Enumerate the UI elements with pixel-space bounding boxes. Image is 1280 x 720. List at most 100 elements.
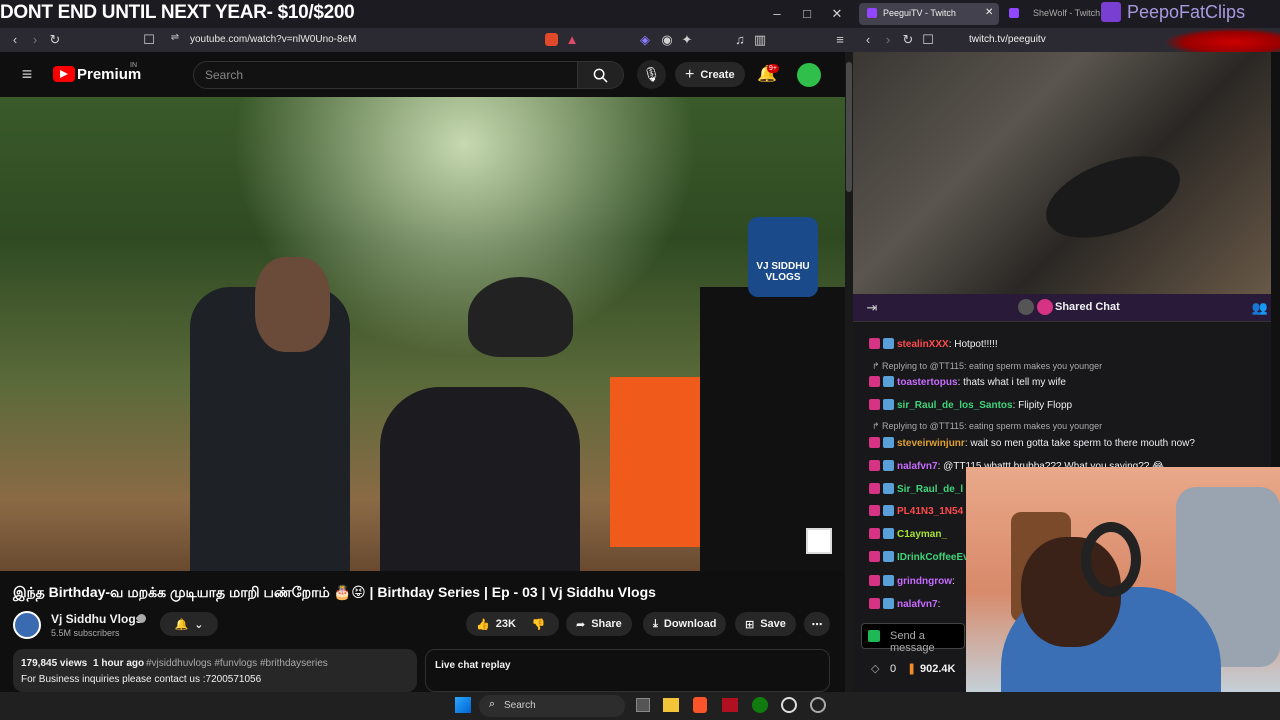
reload-icon[interactable]: ↻	[901, 32, 915, 48]
chat-input[interactable]: Send a message	[861, 623, 965, 654]
streamer-avatar	[1018, 299, 1034, 315]
search-button[interactable]	[578, 61, 624, 89]
app-icon[interactable]	[781, 697, 797, 713]
share-button[interactable]: ➦ Share	[566, 612, 632, 636]
person-left-head	[255, 257, 330, 352]
rewards-icon[interactable]: ▲	[565, 32, 579, 47]
url-text[interactable]: youtube.com/watch?v=nlW0Uno-8eM	[190, 34, 356, 45]
chat-username[interactable]: Sir_Raul_de_l	[897, 484, 963, 495]
back-icon[interactable]: ‹	[861, 32, 875, 47]
notification-bell-button[interactable]: 🔔 ⌄	[160, 612, 218, 636]
close-button[interactable]: ✕	[828, 6, 846, 22]
description-box[interactable]: 179,845 views 1 hour ago #vjsiddhuvlogs …	[13, 649, 417, 692]
chat-text: : Flipity Flopp	[1012, 400, 1073, 411]
task-view-icon[interactable]	[636, 698, 650, 712]
points-icon[interactable]: ◇	[871, 662, 879, 675]
notification-count-badge: 9+	[767, 64, 779, 73]
thumbs-down-icon[interactable]: 👎	[532, 618, 546, 631]
chat-username[interactable]: toastertopus	[897, 377, 958, 388]
app-icon[interactable]	[810, 697, 826, 713]
twitch-stream-video[interactable]	[853, 52, 1280, 294]
chat-username[interactable]: IDrinkCoffeeEve	[897, 552, 974, 563]
reload-icon[interactable]: ↻	[48, 32, 62, 48]
chat-message: toastertopus: thats what i tell my wife	[869, 376, 1066, 388]
save-label: Save	[760, 618, 786, 630]
channel-badge-icon	[869, 598, 880, 609]
brave-browser-icon[interactable]	[693, 697, 707, 713]
promo-overlay-text: DONT END UNTIL NEXT YEAR- $10/$200	[0, 2, 355, 23]
forward-icon[interactable]: ›	[881, 32, 895, 47]
channel-badge-icon	[869, 399, 880, 410]
user-badge-icon	[883, 575, 894, 586]
tab-shewolf[interactable]: SheWolf - Twitch	[1003, 3, 1103, 25]
chat-username[interactable]: grindngrow	[897, 576, 952, 587]
xbox-icon[interactable]	[752, 697, 768, 713]
menu-icon[interactable]: ≡	[833, 32, 847, 47]
taskbar-search[interactable]: ⌕ Search	[479, 695, 625, 717]
minimize-button[interactable]: –	[768, 6, 786, 21]
save-button[interactable]: ⊞ Save	[735, 612, 796, 636]
channel-avatar[interactable]	[13, 611, 41, 639]
community-icon[interactable]: 👥	[1252, 300, 1268, 316]
url-bar: ‹ › ↻ ☐ ⇌ youtube.com/watch?v=nlW0Uno-8e…	[0, 28, 853, 52]
chat-username[interactable]: C1ayman_	[897, 529, 947, 540]
tab-label: PeeguiTV - Twitch	[883, 8, 956, 18]
user-badge-icon	[883, 483, 894, 494]
brave-shield-icon[interactable]	[545, 33, 558, 46]
chat-username[interactable]: nalafvn7	[897, 461, 938, 472]
chat-username[interactable]: nalafvn7	[897, 599, 938, 610]
chat-message: sir_Raul_de_los_Santos: Flipity Flopp	[869, 399, 1072, 411]
shield-icon	[868, 630, 880, 642]
channel-branding-icon[interactable]	[806, 528, 832, 554]
extensions-puzzle-icon[interactable]: ✦	[680, 32, 694, 48]
chat-message: stealinXXX: Hotpot!!!!!	[869, 338, 998, 350]
live-chat-replay-panel[interactable]: Live chat replay	[425, 649, 830, 692]
channel-name[interactable]: Vj Siddhu Vlogs	[51, 612, 142, 626]
chat-message: grindngrow:	[869, 575, 955, 587]
site-info-icon[interactable]: ⇌	[168, 32, 182, 43]
reply-text: ↱ Replying to @TT115: eating sperm makes…	[872, 421, 1103, 431]
bookmark-icon[interactable]: ☐	[142, 32, 156, 48]
download-button[interactable]: ⤓ Download	[643, 612, 727, 636]
extension-icon[interactable]: ◉	[660, 32, 674, 48]
like-button[interactable]: 👍 23K 👎	[466, 612, 559, 636]
bookmark-icon[interactable]: ☐	[921, 32, 935, 48]
user-badge-icon	[883, 437, 894, 448]
url-text[interactable]: twitch.tv/peeguitv	[969, 34, 1046, 45]
channel-badge-icon	[869, 338, 880, 349]
collapse-chat-icon[interactable]: ⇥	[865, 300, 879, 316]
close-icon[interactable]: ✕	[985, 7, 993, 18]
windows-start-icon[interactable]	[455, 697, 471, 713]
file-explorer-icon[interactable]	[663, 698, 679, 712]
back-icon[interactable]: ‹	[8, 32, 22, 47]
hamburger-menu-icon[interactable]: ≡	[18, 64, 36, 85]
shared-chat-header: ⇥ Shared Chat 👥	[853, 294, 1280, 322]
scrollbar-thumb[interactable]	[846, 62, 852, 192]
video-player[interactable]: VJ SIDDHU VLOGS	[0, 97, 845, 571]
maximize-button[interactable]: □	[798, 6, 816, 21]
chat-username[interactable]: PL41N3_1N54	[897, 506, 963, 517]
forward-icon[interactable]: ›	[28, 32, 42, 47]
chat-username[interactable]: sir_Raul_de_los_Santos	[897, 400, 1013, 411]
bits-icon[interactable]: ❚	[907, 662, 916, 675]
plus-icon: +	[685, 65, 695, 83]
channel-badge-icon	[869, 376, 880, 387]
hashtags[interactable]: #vjsiddhuvlogs #funvlogs #brithdayseries	[146, 658, 328, 669]
search-input[interactable]: Search	[193, 61, 578, 89]
avatar[interactable]	[797, 63, 821, 87]
sidebar-icon[interactable]: ▥	[753, 32, 767, 48]
scrollbar[interactable]	[845, 52, 853, 692]
channel-badge-icon	[869, 483, 880, 494]
create-button[interactable]: + Create	[675, 62, 745, 87]
chat-username[interactable]: steveirwinjunr	[897, 438, 965, 449]
more-actions-button[interactable]: ⋯	[804, 612, 830, 636]
microphone-icon: 🎙	[642, 66, 661, 82]
search-icon	[593, 68, 608, 83]
tab-peeguitv[interactable]: PeeguiTV - Twitch ✕	[859, 3, 999, 25]
app-icon[interactable]	[722, 698, 738, 712]
extension-icon[interactable]: ◈	[638, 32, 652, 48]
taskbar-search-label: Search	[504, 700, 536, 711]
chat-username[interactable]: stealinXXX	[897, 339, 949, 350]
streamer-avatar	[1037, 299, 1053, 315]
media-icon[interactable]: ♫	[733, 32, 747, 47]
